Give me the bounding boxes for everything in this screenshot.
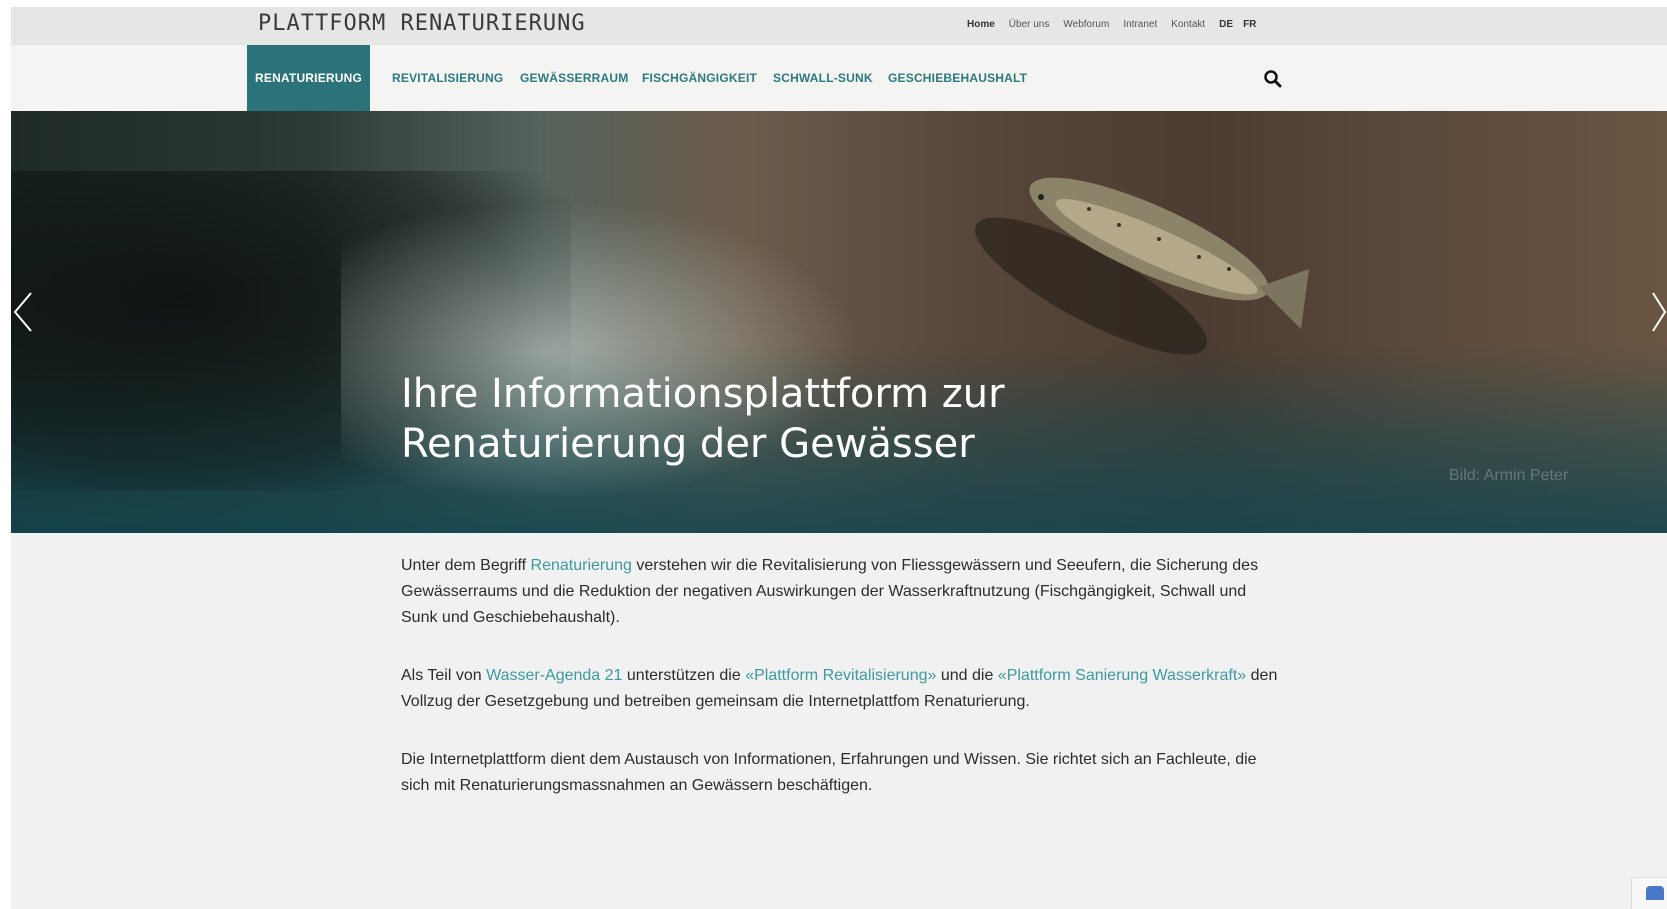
recaptcha-badge[interactable] [1631, 877, 1667, 909]
intro-paragraph-1: Unter dem Begriff Renaturierung verstehe… [401, 553, 1281, 631]
photo-credit: Bild: Armin Peter [1449, 467, 1569, 484]
main-nav: RENATURIERUNG REVITALISIERUNG GEWÄSSERRA… [11, 45, 1667, 111]
chevron-left-icon[interactable] [11, 289, 35, 340]
search-icon[interactable] [1263, 69, 1283, 89]
page: PLATTFORM RENATURIERUNG Home Über uns We… [11, 7, 1667, 909]
text-span: unterstützen die [622, 667, 746, 684]
language-fr[interactable]: FR [1243, 19, 1256, 30]
utility-link-webforum[interactable]: Webforum [1063, 19, 1109, 30]
language-de[interactable]: DE [1219, 19, 1233, 30]
recaptcha-icon [1646, 886, 1664, 900]
link-renaturierung[interactable]: Renaturierung [531, 557, 632, 574]
nav-item-fischgaengigkeit[interactable]: FISCHGÄNGIGKEIT [642, 45, 757, 111]
site-logo[interactable]: PLATTFORM RENATURIERUNG [258, 11, 586, 36]
hero-title-line-1: Ihre Informationsplattform zur [401, 371, 1005, 417]
nav-item-geschiebehaushalt[interactable]: GESCHIEBEHAUSHALT [888, 45, 1027, 111]
hero-title-line-2: Renaturierung der Gewässer [401, 421, 975, 467]
hero-title: Ihre Informationsplattform zur Renaturie… [401, 369, 1005, 469]
utility-link-home[interactable]: Home [967, 19, 995, 30]
utility-link-ueber-uns[interactable]: Über uns [1009, 19, 1050, 30]
link-wasser-agenda-21[interactable]: Wasser-Agenda 21 [486, 667, 622, 684]
nav-item-schwall-sunk[interactable]: SCHWALL-SUNK [773, 45, 873, 111]
intro-paragraph-3: Die Internetplattform dient dem Austausc… [401, 751, 1257, 794]
link-plattform-revitalisierung[interactable]: «Plattform Revitalisierung» [745, 667, 936, 684]
link-plattform-sanierung-wasserkraft[interactable]: «Plattform Sanierung Wasserkraft» [998, 667, 1246, 684]
utility-link-intranet[interactable]: Intranet [1123, 19, 1157, 30]
intro-paragraph-2: Als Teil von Wasser-Agenda 21 unterstütz… [401, 663, 1281, 715]
nav-item-gewaesserraum[interactable]: GEWÄSSERRAUM [520, 45, 628, 111]
utility-nav: Home Über uns Webforum Intranet Kontakt … [967, 19, 1266, 30]
top-utility-bar: PLATTFORM RENATURIERUNG Home Über uns We… [11, 7, 1667, 45]
text-span: Unter dem Begriff [401, 557, 531, 574]
fish-image [1029, 177, 1309, 329]
utility-link-kontakt[interactable]: Kontakt [1171, 19, 1205, 30]
text-span: und die [936, 667, 998, 684]
hero-slider: Ihre Informationsplattform zur Renaturie… [11, 111, 1667, 533]
nav-item-revitalisierung[interactable]: REVITALISIERUNG [392, 45, 503, 111]
intro-content: Unter dem Begriff Renaturierung verstehe… [401, 553, 1281, 831]
chevron-right-icon[interactable] [1651, 289, 1667, 340]
text-span: Als Teil von [401, 667, 487, 684]
nav-item-renaturierung[interactable]: RENATURIERUNG [247, 45, 371, 111]
